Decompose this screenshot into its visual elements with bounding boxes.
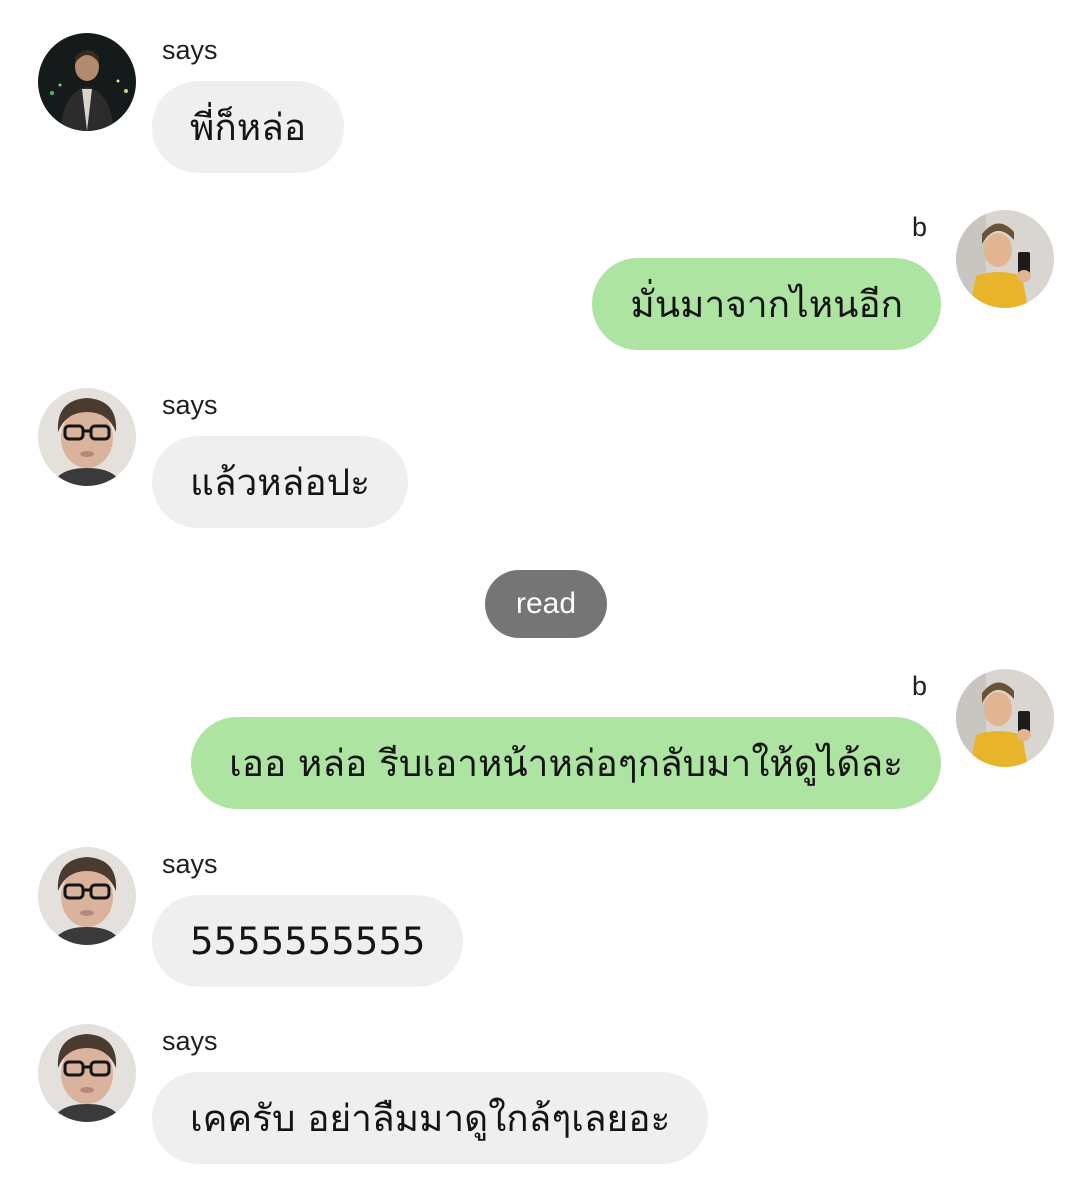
- incoming-message-bubble[interactable]: พี่ก็หล่อ: [152, 81, 345, 173]
- incoming-message-bubble[interactable]: เคครับ อย่าลืมมาดูใกล้ๆเลยอะ: [152, 1072, 709, 1164]
- sender-name: says: [162, 390, 218, 420]
- glasses-avatar-icon: [38, 847, 136, 945]
- sender-avatar-yellow-jersey[interactable]: [956, 669, 1054, 767]
- night-photo-avatar-icon: [38, 33, 136, 131]
- sender-avatar-night-photo[interactable]: [38, 33, 136, 131]
- sender-avatar-glasses[interactable]: [38, 1024, 136, 1122]
- incoming-message-bubble[interactable]: แล้วหล่อปะ: [152, 436, 408, 528]
- sender-name: says: [162, 849, 218, 879]
- sender-avatar-yellow-jersey[interactable]: [956, 210, 1054, 308]
- incoming-message-bubble[interactable]: 5555555555: [152, 895, 464, 987]
- glasses-avatar-icon: [38, 1024, 136, 1122]
- read-status-badge: read: [485, 570, 607, 638]
- outgoing-message-bubble[interactable]: เออ หล่อ รีบเอาหน้าหล่อๆกลับมาให้ดูได้ละ: [191, 717, 941, 809]
- outgoing-message-bubble[interactable]: มั่นมาจากไหนอีก: [592, 258, 941, 350]
- sender-avatar-glasses[interactable]: [38, 847, 136, 945]
- sender-name: b: [912, 671, 928, 701]
- glasses-avatar-icon: [38, 388, 136, 486]
- yellow-jersey-avatar-icon: [956, 210, 1054, 308]
- sender-name: says: [162, 1026, 218, 1056]
- sender-avatar-glasses[interactable]: [38, 388, 136, 486]
- yellow-jersey-avatar-icon: [956, 669, 1054, 767]
- sender-name: b: [912, 212, 928, 242]
- sender-name: says: [162, 35, 218, 65]
